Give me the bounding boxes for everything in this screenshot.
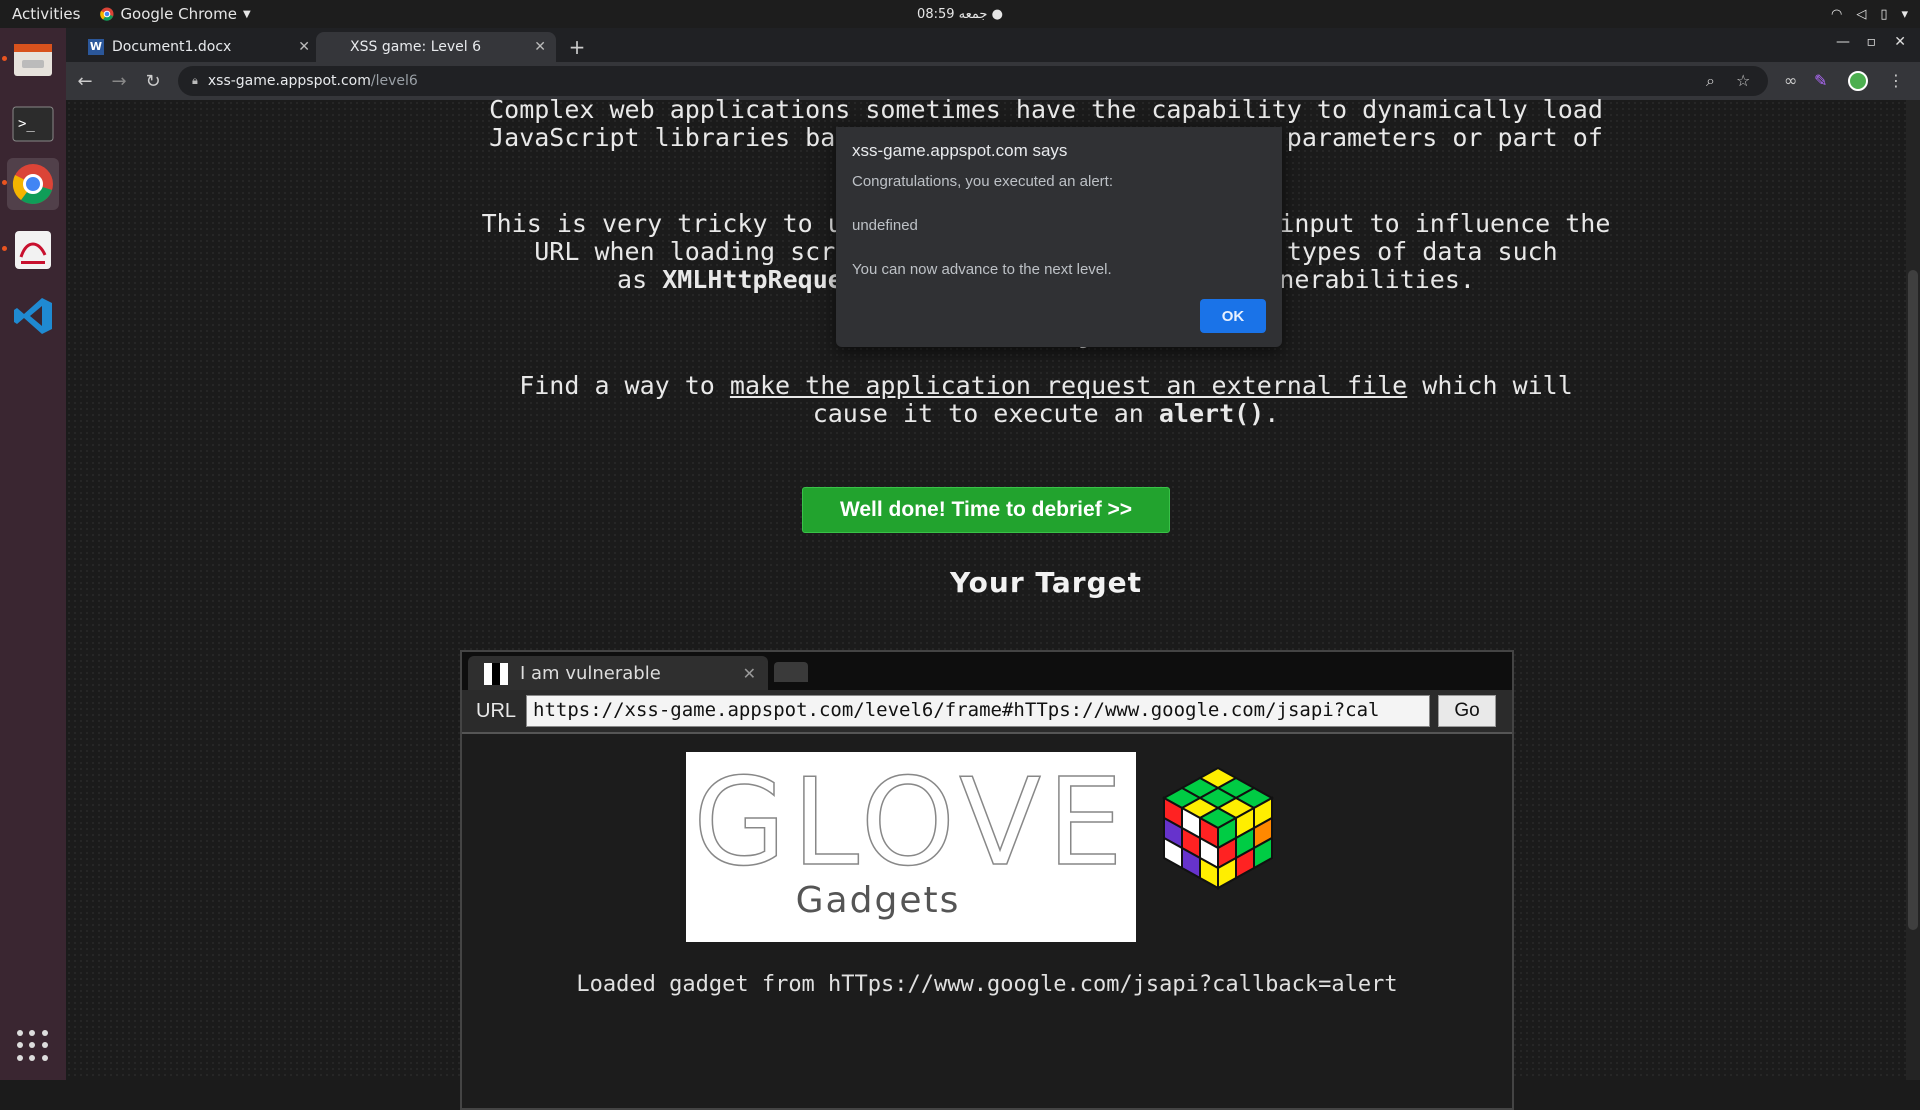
scrollbar-thumb[interactable]: [1908, 270, 1918, 930]
power-menu-icon: ▾: [1901, 6, 1908, 22]
mission-line-2-text: cause it to execute an: [812, 399, 1159, 428]
dock: >_: [0, 28, 66, 1080]
wifi-icon: ◠: [1830, 6, 1843, 22]
mission-text-end: which will: [1407, 371, 1573, 400]
back-icon[interactable]: ←: [70, 66, 100, 96]
address-bar[interactable]: 🔒︎ xss-game.appspot.com /level6: [178, 66, 1768, 96]
frame-new-tab[interactable]: [774, 662, 808, 682]
tab-label: Document1.docx: [112, 39, 232, 55]
zoom-icon[interactable]: ⌕: [1706, 71, 1715, 91]
reload-icon[interactable]: ↻: [138, 66, 168, 96]
frame-url-label: URL: [476, 699, 517, 722]
word-icon: W: [88, 39, 104, 55]
files-icon[interactable]: [7, 34, 59, 86]
profile-avatar[interactable]: [1848, 71, 1868, 95]
page-scrollbar[interactable]: [1906, 100, 1920, 1080]
frame-content: GLOVE Gadgets Loaded gadget from hTTps:/…: [462, 732, 1512, 1108]
window-close-icon[interactable]: ✕: [1894, 34, 1906, 50]
system-tray[interactable]: ◠ ◁ ▯ ▾: [1831, 7, 1908, 22]
mission-line-2: cause it to execute an alert().: [446, 400, 1646, 428]
alert-ok-button[interactable]: OK: [1200, 299, 1266, 333]
logo-main-text: GLOVE: [693, 754, 1129, 893]
checkered-favicon-icon: [484, 663, 508, 685]
chrome-small-icon: [100, 7, 114, 21]
debrief-button[interactable]: Well done! Time to debrief >>: [802, 487, 1170, 533]
document-viewer-icon[interactable]: [7, 224, 59, 276]
mission-link: make the application request an external…: [729, 371, 1408, 400]
glove-gadgets-logo: GLOVE Gadgets: [686, 752, 1136, 942]
tab-xss-game[interactable]: XSS game: Level 6 ✕: [316, 32, 556, 62]
target-frame: I am vulnerable ✕ URL https://xss-game.a…: [460, 650, 1514, 1110]
extension-icon[interactable]: ∞: [1784, 71, 1797, 90]
alert-origin: xss-game.appspot.com says: [852, 141, 1068, 160]
go-button[interactable]: Go: [1438, 695, 1496, 727]
app-menu-label: Google Chrome: [120, 5, 237, 23]
show-applications-icon[interactable]: [17, 1030, 49, 1062]
extension-pen-icon[interactable]: ✎: [1814, 71, 1827, 90]
url-host: xss-game.appspot.com: [207, 73, 371, 89]
frame-url-input[interactable]: https://xss-game.appspot.com/level6/fram…: [526, 695, 1430, 727]
mission-line-1: Find a way to make the application reque…: [446, 372, 1646, 400]
mission-text: Find a way to: [519, 371, 730, 400]
chrome-icon[interactable]: [7, 158, 59, 210]
vscode-icon[interactable]: [7, 290, 59, 342]
forward-icon[interactable]: →: [104, 66, 134, 96]
close-icon[interactable]: ✕: [298, 39, 310, 55]
maximize-icon[interactable]: ▫: [1867, 34, 1877, 50]
alert-message-value: undefined: [852, 217, 918, 234]
logo-sub-text: Gadgets: [796, 880, 961, 921]
rubiks-cube-image: [1148, 762, 1288, 916]
terminal-icon[interactable]: >_: [7, 98, 59, 150]
frame-url-bar: URL https://xss-game.appspot.com/level6/…: [462, 690, 1512, 732]
mission-line-2-end: .: [1264, 399, 1280, 428]
frame-tab-close-icon[interactable]: ✕: [743, 664, 756, 683]
app-menu[interactable]: Google Chrome ▼: [100, 5, 251, 23]
your-target-heading: Your Target: [949, 566, 1143, 599]
intro-line-1: Complex web applications sometimes have …: [489, 95, 1603, 124]
frame-tab-label: I am vulnerable: [520, 662, 661, 684]
volume-icon: ◁: [1856, 6, 1867, 22]
gnome-top-bar: Activities Google Chrome ▼ 08:59 جمعه ● …: [0, 0, 1920, 28]
close-icon[interactable]: ✕: [534, 39, 546, 55]
tab-strip: W Document1.docx ✕ XSS game: Level 6 ✕ +…: [66, 28, 1920, 62]
chrome-menu-icon[interactable]: ⋮: [1888, 71, 1904, 90]
lock-icon: 🔒︎: [192, 74, 198, 87]
alert-message-congrats: Congratulations, you executed an alert:: [852, 173, 1113, 190]
tricky-line-3-text: as: [617, 265, 663, 294]
tab-label: XSS game: Level 6: [350, 39, 482, 55]
frame-tab[interactable]: I am vulnerable ✕: [468, 656, 768, 690]
alert-message-advance: You can now advance to the next level.: [852, 261, 1112, 278]
minimize-icon[interactable]: —: [1836, 34, 1850, 50]
battery-icon: ▯: [1880, 6, 1888, 22]
alert-dialog: xss-game.appspot.com says Congratulation…: [836, 127, 1282, 347]
frame-tab-strip: I am vulnerable ✕: [462, 652, 1512, 690]
svg-text:>_: >_: [18, 116, 35, 132]
new-tab-button[interactable]: +: [564, 34, 590, 60]
loaded-gadget-message: Loaded gadget from hTTps://www.google.co…: [576, 972, 1398, 997]
url-path: /level6: [370, 73, 418, 89]
bookmark-star-icon[interactable]: ☆: [1736, 71, 1750, 90]
clock[interactable]: 08:59 جمعه ●: [917, 7, 1003, 22]
activities-button[interactable]: Activities: [12, 5, 80, 23]
tab-document1[interactable]: W Document1.docx ✕: [76, 32, 320, 62]
alert-code: alert(): [1158, 399, 1265, 428]
chrome-window: W Document1.docx ✕ XSS game: Level 6 ✕ +…: [66, 28, 1920, 1110]
chevron-down-icon: ▼: [242, 8, 251, 20]
